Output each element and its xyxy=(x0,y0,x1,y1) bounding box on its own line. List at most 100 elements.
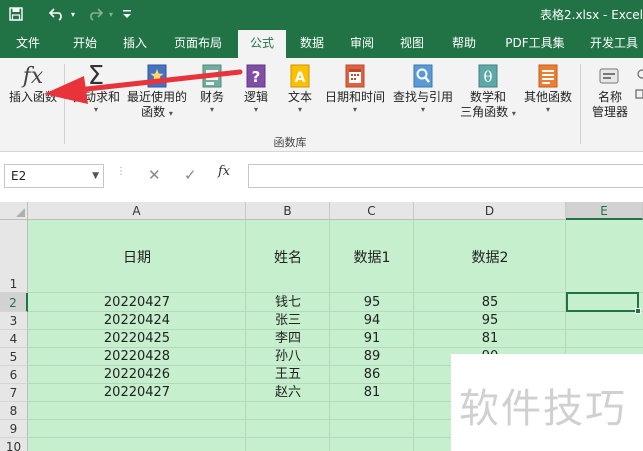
cell-c1[interactable]: 数据1 xyxy=(330,247,414,267)
cell-a3[interactable]: 20220424 xyxy=(28,312,246,329)
formula-input[interactable] xyxy=(248,164,643,188)
row-header-1[interactable]: 1 xyxy=(0,220,28,293)
fx-icon: fx xyxy=(22,63,44,89)
tab-data[interactable]: 数据 xyxy=(292,28,332,58)
row-header-3[interactable]: 3 xyxy=(0,312,28,330)
cell-a7[interactable]: 20220427 xyxy=(28,384,246,401)
row-header-10[interactable]: 10 xyxy=(0,438,28,451)
cell-c2[interactable]: 95 xyxy=(330,294,414,311)
tab-developer[interactable]: 开发工具 xyxy=(582,28,643,58)
financial-button[interactable]: 财务 ▾ xyxy=(194,62,230,115)
column-header-d[interactable]: D xyxy=(414,202,566,220)
fx-insert-function-icon[interactable]: fx xyxy=(218,164,230,179)
row-header-6[interactable]: 6 xyxy=(0,366,28,384)
more-functions-book-icon xyxy=(535,62,561,90)
tab-view[interactable]: 视图 xyxy=(392,28,432,58)
cell-a1[interactable]: 日期 xyxy=(28,247,246,267)
more-functions-button[interactable]: 其他函数 ▾ xyxy=(520,62,576,115)
tab-help[interactable]: 帮助 xyxy=(444,28,484,58)
recently-used-button[interactable]: 最近使用的 函数 ▾ xyxy=(124,62,190,121)
insert-function-button[interactable]: fx 插入函数 xyxy=(4,62,62,105)
undo-dropdown-icon[interactable]: ▾ xyxy=(68,4,78,24)
gridline xyxy=(28,292,643,293)
row-header-5[interactable]: 5 xyxy=(0,348,28,366)
text-button[interactable]: A 文本 ▾ xyxy=(282,62,318,115)
cell-b6[interactable]: 王五 xyxy=(246,366,330,383)
cell-b5[interactable]: 孙八 xyxy=(246,348,330,365)
svg-text:A: A xyxy=(295,70,306,86)
cell-b1[interactable]: 姓名 xyxy=(246,247,330,267)
tab-review[interactable]: 审阅 xyxy=(342,28,382,58)
cell-c5[interactable]: 89 xyxy=(330,348,414,365)
star-book-icon xyxy=(144,62,170,90)
row-header-8[interactable]: 8 xyxy=(0,402,28,420)
tab-insert[interactable]: 插入 xyxy=(114,28,156,58)
row-header-9[interactable]: 9 xyxy=(0,420,28,438)
theta-book-icon: θ xyxy=(475,62,501,90)
title-bar: ▾ ▾ 表格2.xlsx - Excel xyxy=(0,0,643,28)
tab-pdf-tools[interactable]: PDF工具集 xyxy=(500,28,570,58)
cell-b4[interactable]: 李四 xyxy=(246,330,330,347)
text-book-icon: A xyxy=(287,62,313,90)
name-box[interactable]: E2 ▼ xyxy=(4,164,104,188)
cell-b2[interactable]: 钱七 xyxy=(246,294,330,311)
redo-icon[interactable] xyxy=(84,4,106,24)
cell-c4[interactable]: 91 xyxy=(330,330,414,347)
row-header-2[interactable]: 2 xyxy=(0,293,28,312)
math-trig-button[interactable]: θ 数学和 三角函数 ▾ xyxy=(458,62,518,121)
ribbon-separator xyxy=(64,64,65,144)
enter-icon[interactable]: ✓ xyxy=(184,166,197,184)
redo-dropdown-icon[interactable]: ▾ xyxy=(106,4,116,24)
selected-cell-e2[interactable] xyxy=(566,292,641,314)
function-library-group-label: 函数库 xyxy=(273,136,307,149)
watermark-text: 软件技巧 xyxy=(459,386,627,432)
watermark: 软件技巧 xyxy=(451,354,643,451)
financial-book-icon xyxy=(199,62,225,90)
customize-quick-access-icon[interactable] xyxy=(120,4,134,24)
row-header-7[interactable]: 7 xyxy=(0,384,28,402)
magnifier-book-icon xyxy=(410,62,436,90)
tab-page-layout[interactable]: 页面布局 xyxy=(166,28,230,58)
cell-c7[interactable]: 81 xyxy=(330,384,414,401)
column-header-b[interactable]: B xyxy=(246,202,330,220)
cell-b3[interactable]: 张三 xyxy=(246,312,330,329)
tab-formulas[interactable]: 公式 xyxy=(238,28,286,58)
cell-a4[interactable]: 20220425 xyxy=(28,330,246,347)
cell-a5[interactable]: 20220428 xyxy=(28,348,246,365)
cell-a6[interactable]: 20220426 xyxy=(28,366,246,383)
calendar-book-icon xyxy=(342,62,368,90)
question-book-icon: ? xyxy=(243,62,269,90)
name-manager-button[interactable]: 名称 管理器 xyxy=(584,62,636,120)
tab-home[interactable]: 开始 xyxy=(64,28,106,58)
svg-text:?: ? xyxy=(252,68,261,86)
lookup-reference-button[interactable]: 查找与引用 ▾ xyxy=(390,62,456,115)
row-header-4[interactable]: 4 xyxy=(0,330,28,348)
cell-a2[interactable]: 20220427 xyxy=(28,294,246,311)
window-title: 表格2.xlsx - Excel xyxy=(540,8,643,22)
sigma-icon: Σ xyxy=(87,61,105,91)
cell-c6[interactable]: 86 xyxy=(330,366,414,383)
tab-file[interactable]: 文件 xyxy=(8,28,48,58)
name-tag-icon xyxy=(597,62,623,90)
cancel-icon[interactable]: ✕ xyxy=(148,166,161,184)
cell-b7[interactable]: 赵六 xyxy=(246,384,330,401)
column-header-c[interactable]: C xyxy=(330,202,414,220)
define-name-icons[interactable] xyxy=(634,68,643,108)
name-box-dropdown-icon[interactable]: ▼ xyxy=(92,165,99,187)
save-icon[interactable] xyxy=(6,4,26,24)
column-header-a[interactable]: A xyxy=(28,202,246,220)
select-all-button[interactable] xyxy=(0,202,28,220)
cell-d3[interactable]: 95 xyxy=(414,312,566,329)
fill-handle[interactable] xyxy=(635,308,641,314)
cell-c3[interactable]: 94 xyxy=(330,312,414,329)
formula-bar: E2 ▼ ⋮ ✕ ✓ fx xyxy=(0,152,643,202)
autosum-button[interactable]: Σ 自动求和 ▾ xyxy=(68,62,124,115)
undo-icon[interactable] xyxy=(46,4,68,24)
ribbon-separator xyxy=(580,64,581,144)
cell-d2[interactable]: 85 xyxy=(414,294,566,311)
column-header-e[interactable]: E xyxy=(566,202,643,220)
logical-button[interactable]: ? 逻辑 ▾ xyxy=(238,62,274,115)
date-time-button[interactable]: 日期和时间 ▾ xyxy=(322,62,388,115)
cell-d1[interactable]: 数据2 xyxy=(414,247,566,267)
cell-d4[interactable]: 81 xyxy=(414,330,566,347)
